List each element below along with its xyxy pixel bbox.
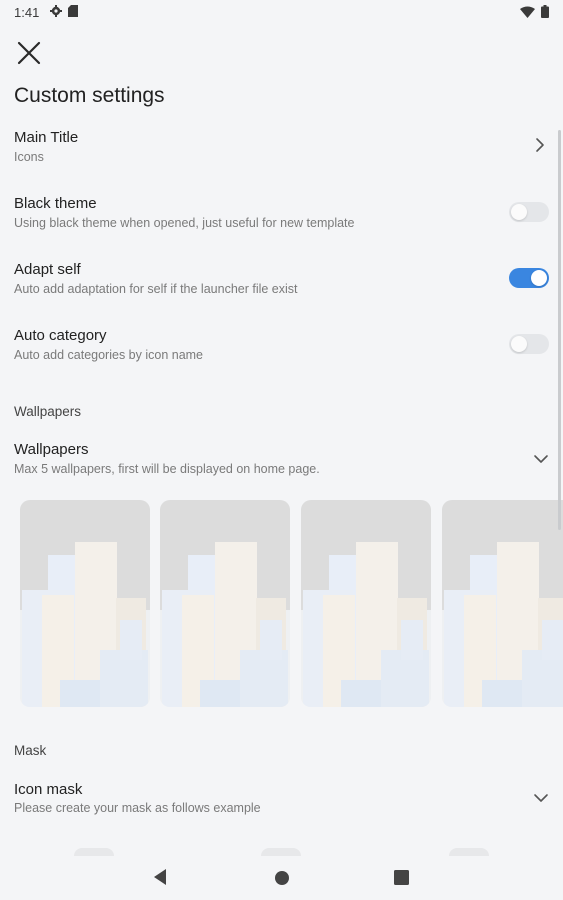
sd-card-icon: [68, 5, 78, 17]
adapt-self-description: Auto add adaptation for self if the laun…: [14, 282, 298, 296]
wallpapers-section-header: Wallpapers: [14, 404, 82, 419]
status-time: 1:41: [14, 5, 40, 20]
gear-icon: [50, 5, 62, 17]
icon-mask-setting[interactable]: Icon mask Please create your mask as fol…: [0, 772, 563, 830]
adapt-self-toggle[interactable]: [509, 268, 549, 288]
wallpaper-image: [20, 500, 150, 707]
mask-section-header: Mask: [14, 743, 47, 758]
chevron-down-icon: [534, 455, 548, 463]
recents-square-icon: [394, 870, 409, 885]
icon-mask-description: Please create your mask as follows examp…: [14, 801, 261, 815]
battery-icon: [541, 5, 549, 18]
main-title-label: Main Title: [14, 129, 79, 146]
adapt-self-label: Adapt self: [14, 261, 81, 278]
wifi-icon: [520, 6, 535, 18]
auto-category-setting[interactable]: Auto category Auto add categories by ico…: [0, 318, 563, 376]
auto-category-description: Auto add categories by icon name: [14, 348, 204, 362]
close-icon: [17, 41, 41, 65]
chevron-right-icon: [536, 138, 544, 152]
wallpaper-thumbnail[interactable]: [160, 500, 290, 707]
back-button[interactable]: [152, 868, 168, 891]
back-triangle-icon: [154, 869, 166, 885]
home-circle-icon: [275, 871, 289, 885]
home-button[interactable]: [274, 870, 290, 891]
wallpapers-description: Max 5 wallpapers, first will be displaye…: [14, 462, 320, 476]
toggle-knob: [511, 336, 527, 352]
recents-button[interactable]: [394, 870, 409, 890]
toggle-knob: [531, 270, 547, 286]
status-bar: 1:41: [0, 0, 563, 24]
mask-preview[interactable]: [449, 848, 489, 856]
navigation-bar: [0, 856, 563, 900]
wallpapers-setting[interactable]: Wallpapers Max 5 wallpapers, first will …: [0, 432, 563, 490]
wallpaper-thumbnail[interactable]: [442, 500, 563, 707]
main-title-setting[interactable]: Main Title Icons: [0, 120, 563, 178]
scrollbar[interactable]: [558, 130, 561, 530]
black-theme-setting[interactable]: Black theme Using black theme when opene…: [0, 186, 563, 244]
chevron-down-icon: [534, 794, 548, 802]
wallpaper-image: [301, 500, 431, 707]
wallpaper-image: [160, 500, 290, 707]
black-theme-description: Using black theme when opened, just usef…: [14, 216, 355, 230]
status-icons-left: [50, 5, 78, 17]
close-button[interactable]: [14, 38, 44, 68]
wallpaper-carousel[interactable]: [20, 500, 563, 708]
black-theme-toggle[interactable]: [509, 202, 549, 222]
mask-preview[interactable]: [74, 848, 114, 856]
toggle-knob: [511, 204, 527, 220]
black-theme-label: Black theme: [14, 195, 97, 212]
status-icons-right: [520, 5, 549, 18]
auto-category-toggle[interactable]: [509, 334, 549, 354]
adapt-self-setting[interactable]: Adapt self Auto add adaptation for self …: [0, 252, 563, 310]
icon-mask-label: Icon mask: [14, 781, 83, 798]
main-title-value: Icons: [14, 150, 44, 164]
mask-preview[interactable]: [261, 848, 301, 856]
auto-category-label: Auto category: [14, 327, 107, 344]
wallpaper-image: [442, 500, 563, 707]
page-title: Custom settings: [14, 84, 165, 107]
wallpaper-thumbnail[interactable]: [301, 500, 431, 707]
wallpapers-label: Wallpapers: [14, 441, 89, 458]
wallpaper-thumbnail[interactable]: [20, 500, 150, 707]
